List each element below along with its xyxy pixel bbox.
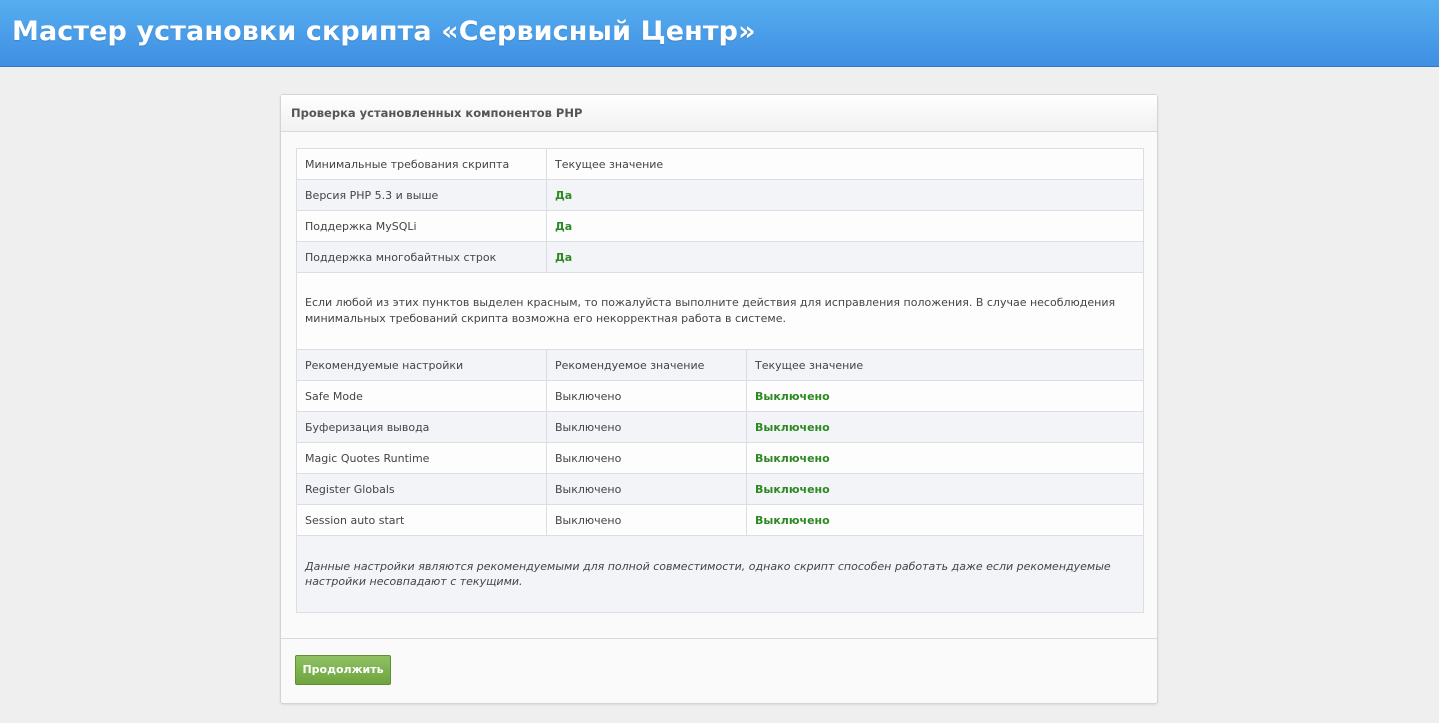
table-row: Поддержка MySQLi Да [296,210,1145,242]
recommended-value: Выключено [546,504,747,536]
current-value: Выключено [745,442,1145,474]
current-value: Выключено [745,380,1145,412]
setting-label: Safe Mode [296,380,547,412]
current-value: Выключено [745,504,1145,536]
page-title: Мастер установки скрипта «Сервисный Цент… [12,16,756,47]
table-row: Magic Quotes Runtime Выключено Выключено [296,442,1145,474]
column-header: Минимальные требования скрипта [296,148,547,180]
table-row: Safe Mode Выключено Выключено [296,380,1145,412]
requirement-status: Да [545,210,1145,242]
requirement-status: Да [545,241,1145,273]
column-header: Текущее значение [745,349,1145,381]
table-row: Буферизация вывода Выключено Выключено [296,411,1145,443]
panel-title: Проверка установленных компонентов PHP [281,95,1157,132]
column-header: Рекомендуемое значение [546,349,747,381]
current-value: Выключено [745,411,1145,443]
table-row: Register Globals Выключено Выключено [296,473,1145,505]
setting-label: Magic Quotes Runtime [296,442,547,474]
setting-label: Буферизация вывода [296,411,547,443]
requirements-note-row: Если любой из этих пунктов выделен красн… [295,272,1145,350]
settings-note-row: Данные настройки являются рекомендуемыми… [295,535,1145,613]
setting-label: Register Globals [296,473,547,505]
table-row: Поддержка многобайтных строк Да [296,241,1145,273]
recommended-value: Выключено [546,473,747,505]
setting-label: Session auto start [296,504,547,536]
panel-footer: Продолжить [281,638,1157,704]
current-value: Выключено [745,473,1145,505]
recommended-value: Выключено [546,380,747,412]
requirement-label: Версия PHP 5.3 и выше [296,179,547,211]
requirement-label: Поддержка многобайтных строк [296,241,547,273]
php-check-panel: Проверка установленных компонентов PHP М… [280,94,1158,704]
page-header: Мастер установки скрипта «Сервисный Цент… [0,0,1439,67]
requirement-label: Поддержка MySQLi [296,210,547,242]
column-header: Текущее значение [545,148,1145,180]
table-row: Версия PHP 5.3 и выше Да [296,179,1145,211]
requirements-header-row: Минимальные требования скрипта Текущее з… [296,148,1145,180]
settings-note: Данные настройки являются рекомендуемыми… [295,535,1145,613]
table-row: Session auto start Выключено Выключено [296,504,1145,536]
requirements-note: Если любой из этих пунктов выделен красн… [295,272,1145,350]
continue-button[interactable]: Продолжить [295,655,391,685]
requirements-table: Минимальные требования скрипта Текущее з… [295,148,1145,613]
recommended-value: Выключено [546,411,747,443]
recommended-value: Выключено [546,442,747,474]
column-header: Рекомендуемые настройки [296,349,547,381]
settings-header-row: Рекомендуемые настройки Рекомендуемое зн… [296,349,1145,381]
requirement-status: Да [545,179,1145,211]
